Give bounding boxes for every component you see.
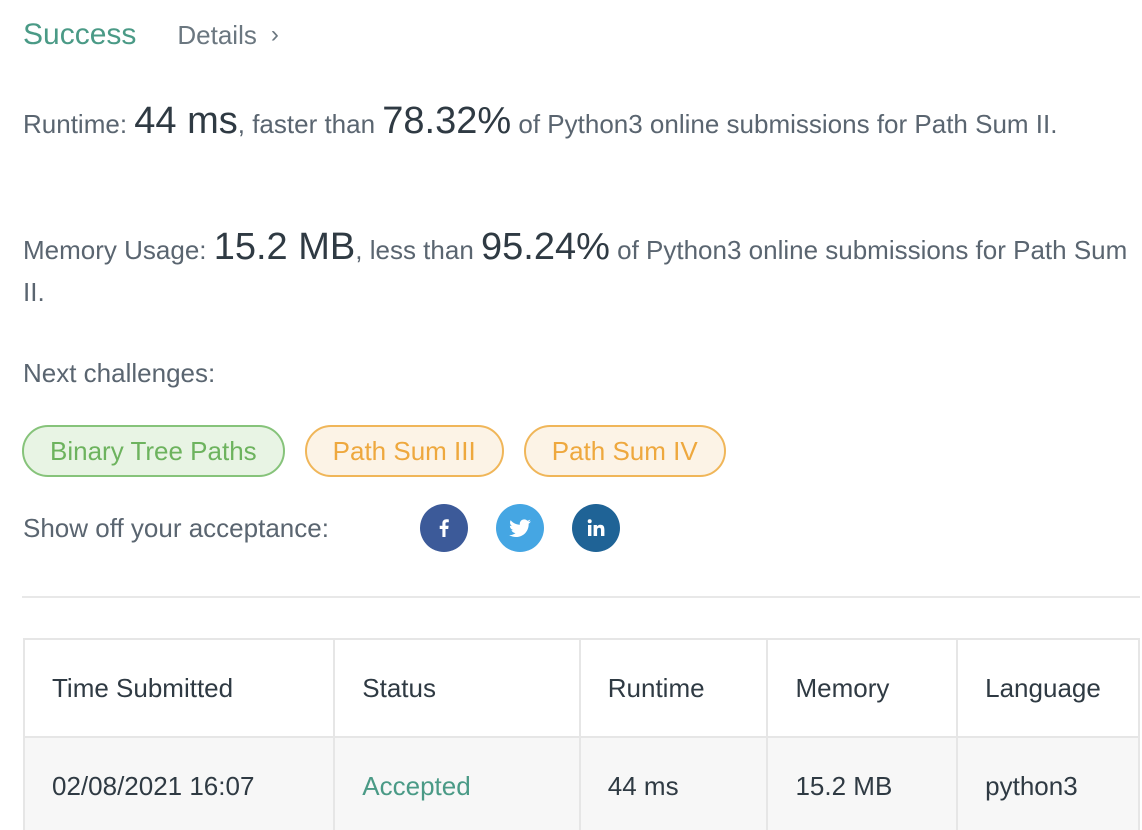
memory-percent: 95.24% — [481, 226, 610, 268]
facebook-icon[interactable] — [420, 504, 468, 552]
twitter-icon[interactable] — [496, 504, 544, 552]
column-header-memory[interactable]: Memory — [766, 638, 959, 738]
memory-middle-text: , less than — [355, 235, 481, 265]
next-challenges-label: Next challenges: — [23, 358, 216, 388]
share-row: Show off your acceptance: — [23, 504, 648, 552]
memory-label: Memory Usage: — [23, 235, 214, 265]
runtime-suffix-text: of Python3 online submissions for Path S… — [511, 109, 1058, 139]
column-header-runtime[interactable]: Runtime — [578, 638, 769, 738]
runtime-middle-text: , faster than — [237, 109, 383, 139]
challenge-binary-tree-paths[interactable]: Binary Tree Paths — [22, 425, 285, 477]
section-divider — [22, 596, 1140, 598]
cell-status: Accepted — [333, 736, 581, 830]
memory-stat: Memory Usage: 15.2 MB, less than 95.24% … — [23, 226, 1141, 313]
share-label: Show off your acceptance: — [23, 512, 329, 543]
submission-result-page: Success Details › Runtime: 44 ms, faster… — [0, 0, 1142, 830]
details-label: Details — [177, 19, 257, 50]
runtime-label: Runtime: — [23, 109, 135, 139]
challenge-path-sum-iii[interactable]: Path Sum III — [304, 425, 504, 477]
challenge-path-sum-iv[interactable]: Path Sum IV — [523, 425, 726, 477]
details-link[interactable]: Details › — [177, 20, 278, 51]
submissions-table: Time Submitted Status Runtime Memory Lan… — [22, 638, 1140, 830]
runtime-percent: 78.32% — [382, 100, 512, 142]
table-header-row: Time Submitted Status Runtime Memory Lan… — [22, 638, 1140, 738]
cell-language: python3 — [956, 736, 1140, 830]
column-header-status[interactable]: Status — [333, 638, 581, 738]
next-challenges-list: Binary Tree Paths Path Sum III Path Sum … — [22, 425, 746, 477]
linkedin-icon[interactable] — [572, 504, 620, 552]
accepted-status-link[interactable]: Accepted — [362, 771, 470, 801]
column-header-time-submitted[interactable]: Time Submitted — [22, 638, 336, 738]
memory-value: 15.2 MB — [213, 226, 356, 268]
cell-runtime: 44 ms — [578, 736, 769, 830]
cell-memory: 15.2 MB — [766, 736, 959, 830]
result-header: Success Details › — [23, 18, 279, 52]
runtime-value: 44 ms — [134, 100, 238, 142]
chevron-right-icon: › — [270, 21, 279, 48]
runtime-stat: Runtime: 44 ms, faster than 78.32% of Py… — [23, 100, 1141, 145]
table-row: 02/08/2021 16:07 Accepted 44 ms 15.2 MB … — [22, 736, 1140, 830]
column-header-language[interactable]: Language — [956, 638, 1140, 738]
success-status: Success — [23, 18, 137, 51]
cell-time-submitted: 02/08/2021 16:07 — [22, 736, 336, 830]
